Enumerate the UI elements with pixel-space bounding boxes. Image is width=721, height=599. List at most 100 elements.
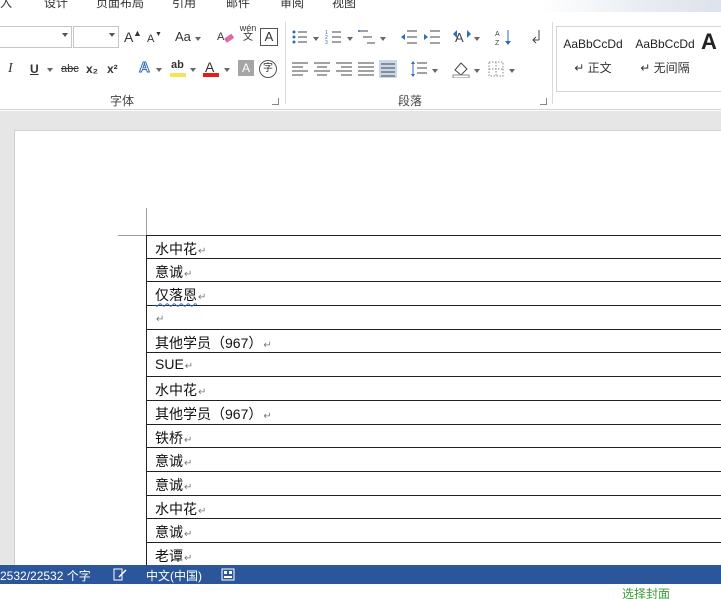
select-cover-link[interactable]: 选择封面 (622, 585, 670, 599)
table-row[interactable]: 水中花↵ (146, 495, 721, 520)
table-row[interactable]: 铁桥↵ (146, 424, 721, 449)
paragraph-mark: ↵ (198, 505, 207, 517)
paragraph-mark: ↵ (263, 410, 272, 422)
styles-gallery: AaBbCcDd ↵ 正文 AaBbCcDd ↵ 无间隔 A (556, 26, 721, 92)
line-spacing-icon[interactable] (410, 60, 428, 78)
table-row[interactable]: 意诚↵ (146, 448, 721, 472)
tab-mailings[interactable]: 邮件 (226, 0, 250, 11)
table-row[interactable]: 仅落恩↵ (146, 282, 721, 307)
bullets-icon[interactable] (291, 28, 309, 46)
shading-icon[interactable] (452, 60, 470, 78)
style-sample: AaBbCcDd (563, 37, 623, 51)
text-effects-button[interactable]: A (139, 59, 151, 77)
underline-dropdown-icon[interactable] (47, 68, 53, 72)
font-dialog-launcher[interactable] (272, 98, 279, 105)
align-left-icon[interactable] (291, 60, 309, 78)
table-row[interactable]: 其他学员（967）↵ (146, 329, 721, 354)
numbering-icon[interactable]: 123 (325, 28, 343, 46)
italic-button[interactable]: I (8, 60, 13, 78)
language-indicator[interactable]: 中文(中国) (146, 567, 202, 584)
shading-dropdown-icon[interactable] (474, 69, 480, 73)
style-heading[interactable]: A (701, 27, 721, 91)
strikethrough-button[interactable]: abc (61, 60, 79, 78)
character-shading-button[interactable]: A (238, 60, 254, 76)
font-group-label: 字体 (110, 94, 135, 108)
paragraph-mark: ↵ (156, 314, 165, 326)
svg-text:A: A (217, 31, 225, 43)
change-case-dropdown-icon[interactable] (195, 37, 201, 41)
cell-content: 水中花 (155, 500, 197, 517)
enclose-characters-button[interactable]: 字 (259, 60, 277, 78)
cell-content: 意诚 (155, 524, 183, 541)
font-size-combo[interactable] (73, 26, 119, 48)
svg-text:3: 3 (325, 40, 328, 46)
table-row[interactable]: 其他学员（967）↵ (146, 400, 721, 425)
character-border-button[interactable]: A (260, 28, 278, 46)
phonetic-guide-button[interactable]: wén 文 (238, 23, 258, 43)
chinese-layout-icon[interactable]: A (453, 28, 471, 46)
text-effects-dropdown-icon[interactable] (156, 68, 162, 72)
tab-design[interactable]: 设计 (44, 0, 68, 11)
table-cell-text: SUE↵ (155, 356, 193, 372)
paragraph-mark: ↵ (184, 434, 193, 446)
table-row[interactable]: ↵ (146, 306, 721, 330)
table-row[interactable]: SUE↵ (146, 353, 721, 378)
table-row[interactable]: 水中花↵ (146, 377, 721, 401)
table-row[interactable]: 意诚↵ (146, 471, 721, 496)
table-row[interactable]: 老谭↵ (146, 542, 721, 567)
table-row[interactable]: 意诚↵ (146, 258, 721, 283)
cell-content: 铁桥 (155, 429, 183, 446)
align-center-icon[interactable] (313, 60, 331, 78)
numbering-dropdown-icon[interactable] (347, 37, 353, 41)
font-color-dropdown-icon[interactable] (224, 68, 230, 72)
justify-icon[interactable] (357, 60, 375, 78)
chinese-layout-dropdown-icon[interactable] (474, 37, 480, 41)
paragraph-mark: ↵ (198, 246, 207, 257)
align-right-icon[interactable] (335, 60, 353, 78)
paragraph-mark: ↵ (184, 552, 193, 564)
underline-button[interactable]: U (30, 60, 39, 78)
bullets-dropdown-icon[interactable] (313, 37, 319, 41)
tab-review[interactable]: 审阅 (280, 0, 304, 11)
table-cell-text: 意诚↵ (155, 262, 192, 282)
multilevel-list-icon[interactable] (358, 28, 376, 46)
decrease-indent-icon[interactable] (400, 28, 418, 46)
highlight-button[interactable]: ab (171, 56, 184, 74)
show-marks-icon[interactable] (527, 28, 545, 46)
font-name-combo[interactable] (0, 26, 72, 48)
cell-content: 仅落恩 (155, 287, 197, 304)
table-row[interactable]: 水中花↵ (146, 235, 721, 259)
style-no-spacing[interactable]: AaBbCcDd ↵ 无间隔 (629, 27, 701, 91)
clear-formatting-icon[interactable]: A (217, 29, 235, 47)
word-count[interactable]: 2532/22532 个字 (0, 567, 91, 584)
borders-dropdown-icon[interactable] (509, 69, 515, 73)
sort-icon[interactable]: AZ (495, 28, 513, 46)
table-cell-text: 水中花↵ (155, 239, 206, 259)
cell-content: 其他学员（967） (155, 405, 263, 422)
document-table[interactable]: 水中花↵ 意诚↵ 仅落恩↵ ↵ 其他学员（967）↵ SUE↵ 水中花↵ 其他学员（967）↵… (146, 235, 721, 567)
increase-indent-icon[interactable] (423, 28, 441, 46)
grow-font-button[interactable]: A (124, 28, 133, 46)
tab-view[interactable]: 视图 (332, 0, 356, 11)
table-row[interactable]: 意诚↵ (146, 519, 721, 543)
highlight-dropdown-icon[interactable] (190, 68, 196, 72)
multilevel-dropdown-icon[interactable] (380, 37, 386, 41)
tab-insert[interactable]: 入 (0, 0, 12, 11)
tab-page-layout[interactable]: 页面布局 (96, 0, 144, 11)
change-case-button[interactable]: Aa (175, 28, 191, 46)
paragraph-dialog-launcher[interactable] (540, 98, 547, 105)
proofing-icon[interactable] (113, 568, 127, 581)
table-cell-text: 水中花↵ (155, 380, 206, 400)
line-spacing-dropdown-icon[interactable] (432, 69, 438, 73)
subscript-button[interactable]: x₂ (86, 60, 98, 78)
shrink-font-button[interactable]: A (147, 30, 154, 48)
ribbon: A ▲ A ▼ Aa A wén 文 A I U abc x₂ x² A ab … (0, 18, 721, 110)
phonetic-bottom: 文 (243, 32, 253, 43)
macro-record-icon[interactable] (221, 568, 235, 581)
style-normal[interactable]: AaBbCcDd ↵ 正文 (557, 27, 629, 91)
paragraph-mark: ↵ (263, 339, 272, 351)
tab-references[interactable]: 引用 (172, 0, 196, 11)
borders-icon[interactable] (487, 60, 505, 78)
superscript-button[interactable]: x² (107, 60, 118, 78)
distributed-icon[interactable] (379, 60, 397, 78)
